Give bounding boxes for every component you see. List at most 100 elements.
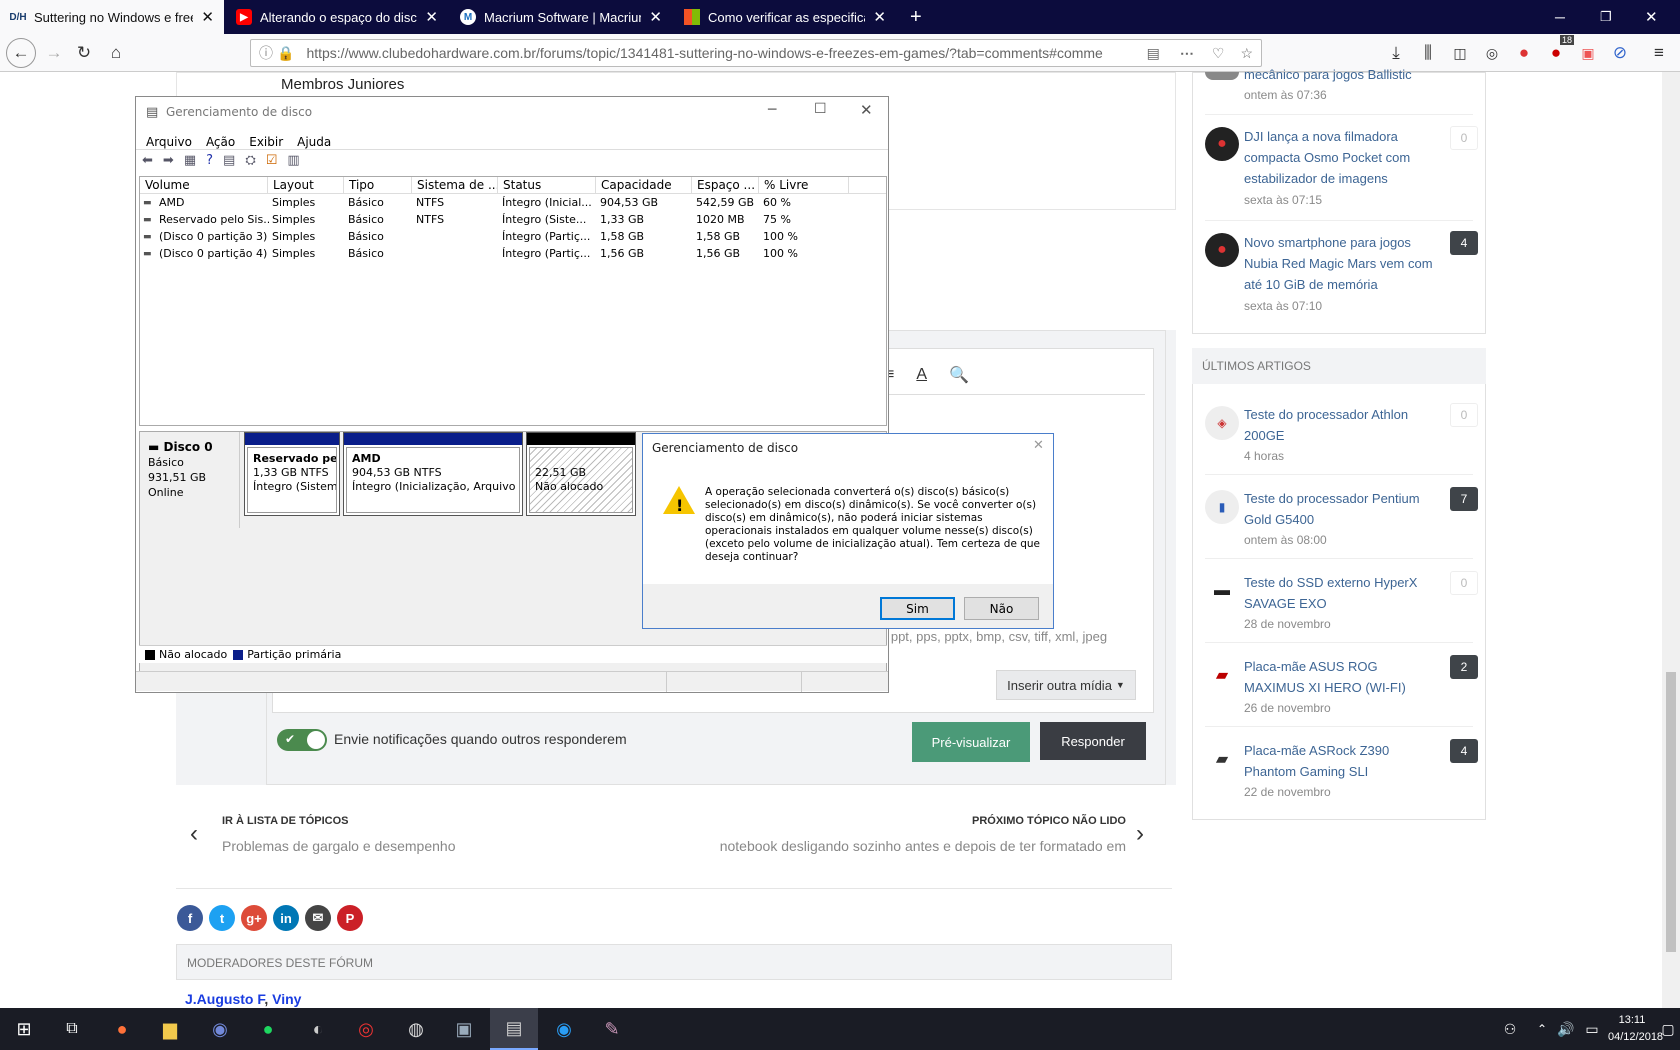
column-capacidade[interactable]: Capacidade: [596, 177, 692, 194]
article-title[interactable]: Placa-mãe ASUS ROG MAXIMUS XI HERO (WI-F…: [1244, 656, 1424, 698]
page-scrollbar[interactable]: [1662, 72, 1680, 1008]
chevron-left-icon[interactable]: ‹: [190, 820, 198, 848]
chevron-up-icon[interactable]: ⌃: [1532, 1008, 1552, 1050]
tab-como-verificar[interactable]: ■ Como verificar as especificações ✕: [674, 0, 896, 34]
page-actions-icon[interactable]: ⋯: [1180, 45, 1194, 62]
windows-start-icon[interactable]: ⊞: [0, 1008, 48, 1050]
view-icon[interactable]: ▦: [184, 153, 196, 168]
close-tab-icon[interactable]: ✕: [201, 8, 214, 26]
back-icon[interactable]: ←: [6, 38, 36, 68]
adobe-icon[interactable]: ◎: [342, 1008, 390, 1050]
chevron-right-icon[interactable]: ›: [1136, 820, 1144, 848]
twitter-share-icon[interactable]: t: [209, 905, 235, 931]
close-window-icon[interactable]: ✕: [1635, 0, 1675, 34]
reply-button[interactable]: Responder: [1040, 722, 1146, 760]
disk-info[interactable]: ▬ Disco 0 Básico 931,51 GB Online: [140, 432, 240, 528]
yes-button[interactable]: Sim: [880, 597, 955, 620]
extension-icon[interactable]: ●: [1510, 39, 1538, 67]
pocket-icon[interactable]: ♡: [1212, 45, 1225, 62]
properties-icon[interactable]: ▤: [223, 153, 235, 168]
next-topic-link[interactable]: notebook desligando sozinho antes e depo…: [660, 838, 1126, 854]
partition-reserved[interactable]: Reservado pelo1,33 GB NTFSÍntegro (Siste…: [244, 432, 340, 516]
network-icon[interactable]: ▭: [1580, 1008, 1604, 1050]
menu-acao[interactable]: Ação: [206, 135, 235, 149]
column-espaco[interactable]: Espaço ...: [692, 177, 759, 194]
volume-row[interactable]: AMD Simples Básico NTFS Íntegro (Inicial... 9…: [139, 195, 885, 212]
close-tab-icon[interactable]: ✕: [425, 8, 438, 26]
close-tab-icon[interactable]: ✕: [649, 8, 662, 26]
column-tipo[interactable]: Tipo: [344, 177, 412, 194]
article-title[interactable]: Placa-mãe ASRock Z390 Phantom Gaming SLI: [1244, 740, 1424, 782]
people-icon[interactable]: ⚇: [1486, 1008, 1534, 1050]
preview-doc-icon[interactable]: 🔍: [949, 365, 969, 385]
minimize-icon[interactable]: ─: [768, 102, 776, 118]
menu-exibir[interactable]: Exibir: [249, 135, 283, 149]
column-layout[interactable]: Layout: [268, 177, 344, 194]
reload-icon[interactable]: ↻: [70, 39, 98, 67]
firefox-icon[interactable]: ●: [98, 1008, 146, 1050]
news-title[interactable]: mecânico para jogos Ballistic: [1244, 64, 1464, 85]
email-share-icon[interactable]: ✉: [305, 905, 331, 931]
help-icon[interactable]: ?: [206, 153, 213, 168]
home-icon[interactable]: ⌂: [102, 39, 130, 67]
googleplus-share-icon[interactable]: g+: [241, 905, 267, 931]
discord-icon[interactable]: ◉: [196, 1008, 244, 1050]
volume-row[interactable]: (Disco 0 partição 4) Simples Básico Íntegro…: [139, 246, 885, 263]
forward-arrow-icon[interactable]: ➡: [163, 153, 174, 168]
font-color-icon[interactable]: A: [916, 366, 927, 384]
new-tab-button[interactable]: +: [900, 0, 934, 34]
check-icon[interactable]: ☑: [266, 153, 278, 168]
column-livre[interactable]: % Livre: [759, 177, 849, 194]
no-button[interactable]: Não: [964, 597, 1039, 620]
clock[interactable]: 13:11 04/12/2018: [1608, 1012, 1663, 1046]
back-arrow-icon[interactable]: ⬅: [142, 153, 153, 168]
linkedin-share-icon[interactable]: in: [273, 905, 299, 931]
prev-topic-link[interactable]: Problemas de gargalo e desempenho: [222, 838, 456, 854]
adblock-icon[interactable]: ● 18: [1542, 35, 1574, 67]
bookmark-star-icon[interactable]: ☆: [1240, 45, 1253, 62]
maximize-icon[interactable]: ☐: [814, 101, 827, 117]
menu-ajuda[interactable]: Ajuda: [297, 135, 331, 149]
url-bar[interactable]: ⓘ 🔒 https://www.clubedohardware.com.br/f…: [250, 39, 1262, 67]
obs-icon[interactable]: ◍: [392, 1008, 440, 1050]
paint-icon[interactable]: ✎: [588, 1008, 636, 1050]
partition-unallocated[interactable]: 22,51 GB Não alocado: [526, 432, 636, 516]
extension-icon[interactable]: ▣: [1574, 39, 1602, 67]
notify-toggle[interactable]: ✔: [277, 729, 327, 751]
tab-suttering[interactable]: D/H Suttering no Windows e freezes em ga…: [0, 0, 224, 34]
spotify-icon[interactable]: ●: [244, 1008, 292, 1050]
tab-macrium[interactable]: M Macrium Software | Macrium Reflect ✕: [450, 0, 672, 34]
partition-amd[interactable]: AMD 904,53 GB NTFS Íntegro (Inicialização,…: [343, 432, 523, 516]
close-tab-icon[interactable]: ✕: [873, 8, 886, 26]
task-view-icon[interactable]: ⧉: [48, 1008, 96, 1050]
notifications-icon[interactable]: ▢: [1656, 1008, 1680, 1050]
column-volume[interactable]: Volume: [140, 177, 268, 194]
menu-icon[interactable]: ≡: [1645, 39, 1673, 67]
insert-media-button[interactable]: Inserir outra mídia ▼: [996, 670, 1136, 700]
macrium-taskbar-icon[interactable]: ◉: [540, 1008, 588, 1050]
preview-button[interactable]: Pré-visualizar: [912, 722, 1030, 762]
file-explorer-icon[interactable]: ▆: [146, 1008, 194, 1050]
pinterest-share-icon[interactable]: P: [337, 905, 363, 931]
steam-icon[interactable]: ◐: [294, 1008, 342, 1050]
news-title[interactable]: DJI lança a nova filmadora compacta Osmo…: [1244, 126, 1424, 189]
moderator-link[interactable]: Viny: [272, 991, 301, 1007]
download-icon[interactable]: ⤓: [1382, 39, 1410, 67]
desktop-app-icon[interactable]: ▣: [440, 1008, 488, 1050]
forward-icon[interactable]: →: [40, 39, 68, 67]
minimize-window-icon[interactable]: ─: [1545, 0, 1585, 34]
library-icon[interactable]: ⫼: [1414, 39, 1442, 67]
column-sistema[interactable]: Sistema de ...: [412, 177, 498, 194]
news-title[interactable]: Novo smartphone para jogos Nubia Red Mag…: [1244, 232, 1434, 295]
tab-alterando[interactable]: ▶ Alterando o espaço do disco C ✕: [226, 0, 448, 34]
article-title[interactable]: Teste do processador Athlon 200GE: [1244, 404, 1424, 446]
settings-icon[interactable]: ▥: [287, 153, 299, 168]
info-icon[interactable]: ⓘ: [259, 43, 273, 63]
volume-row[interactable]: (Disco 0 partição 3) Simples Básico Íntegro…: [139, 229, 885, 246]
reader-view-icon[interactable]: ▤: [1147, 45, 1160, 62]
scrollbar-thumb[interactable]: [1666, 672, 1676, 952]
moderator-link[interactable]: J.Augusto F: [185, 991, 264, 1007]
block-icon[interactable]: ⊘: [1606, 39, 1634, 67]
article-title[interactable]: Teste do SSD externo HyperX SAVAGE EXO: [1244, 572, 1424, 614]
sync-icon[interactable]: ◎: [1478, 39, 1506, 67]
